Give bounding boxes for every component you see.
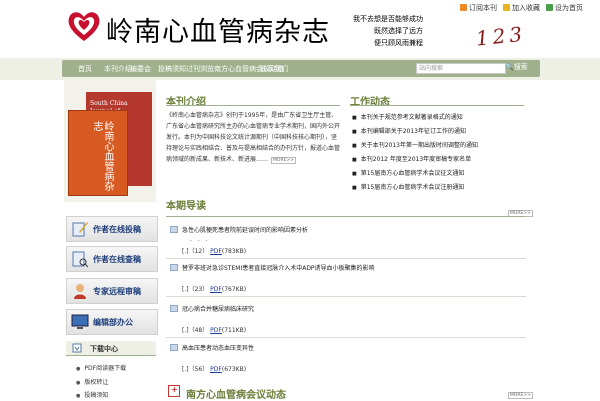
article-abstract-link[interactable]: .: [184, 286, 186, 293]
nav-item-home[interactable]: 首页: [78, 64, 92, 74]
article-bullet-icon: [170, 305, 178, 312]
journal-cover-chinese[interactable]: 岭南心血管病杂志: [68, 110, 128, 196]
article-abstract-link[interactable]: .: [184, 248, 186, 255]
pdf-link[interactable]: PDF: [210, 327, 222, 334]
nav-item-contact[interactable]: 联系我们: [260, 64, 288, 74]
download-item[interactable]: 版权转让: [76, 377, 108, 386]
heart-logo-icon: [68, 12, 100, 41]
sidebar-button-label: 专家远程审稿: [93, 287, 141, 296]
article-separator: [166, 258, 526, 259]
issue-number-graphic: 123: [474, 21, 528, 51]
medical-cross-icon: [168, 385, 180, 397]
top-links: 订阅本刊 加入收藏 设为首页: [460, 3, 583, 13]
sidebar-button-label: 编辑部办公: [93, 318, 133, 327]
document-search-icon: [72, 251, 89, 268]
news-item[interactable]: 关于本刊2013年第一期出版时间调整的通知: [352, 140, 478, 149]
article-title[interactable]: 高血压患者动态血压变异性: [182, 343, 254, 352]
pdf-link[interactable]: PDF: [210, 286, 222, 293]
home-icon: [546, 4, 553, 11]
monitor-icon: [71, 314, 89, 329]
toc-divider: [166, 216, 526, 217]
article-meta: [.]（56） PDF(673KB): [182, 366, 247, 373]
article-entry: 急性心肌梗死患者院前延误时间的影响因素分析 . . . [.]（12） PDF(…: [166, 224, 526, 259]
download-item[interactable]: 投稿须知: [76, 390, 108, 399]
article-title[interactable]: 冠心病合并糖尿病临床研究: [182, 304, 254, 313]
download-center-title: 下载中心: [90, 345, 118, 353]
article-abstract-link[interactable]: .: [184, 327, 186, 334]
article-entry: 高血压患者动态血压变异性 [.]（56） PDF(673KB): [166, 342, 526, 373]
conference-more-link[interactable]: MORE>>: [508, 392, 533, 399]
toc-section-title: 本期导读: [166, 201, 206, 212]
bookmark-link[interactable]: 加入收藏: [503, 3, 540, 13]
site-header: 岭南心血管病杂志 我不去想是否能够成功 既然选择了远方 便只顾风雨兼程 订阅本刊…: [0, 0, 600, 58]
poem-line: 既然选择了远方: [374, 27, 423, 35]
download-item[interactable]: PDF阅读器下载: [76, 363, 126, 372]
poem-line: 我不去想是否能够成功: [353, 15, 423, 23]
article-meta: [.]（23） PDF(767KB): [182, 286, 247, 293]
pdf-link[interactable]: PDF: [210, 366, 222, 373]
article-bullet-icon: [170, 226, 178, 233]
nav-item-archive[interactable]: 过刊浏览: [186, 64, 214, 74]
expert-review-button[interactable]: 专家远程审稿: [66, 278, 158, 304]
site-logo-text: 岭南心血管病杂志: [106, 17, 330, 48]
intro-more-link[interactable]: MORE>>: [271, 157, 296, 164]
article-separator: [166, 337, 526, 338]
article-title[interactable]: 急性心肌梗死患者院前延误时间的影响因素分析: [182, 225, 308, 234]
person-icon: [74, 284, 86, 299]
article-bullet-icon: [170, 264, 178, 271]
article-meta: [.]（12） PDF(783KB): [182, 248, 247, 255]
article-entry: 冠心病合并糖尿病临床研究 [.]（48） PDF(711KB): [166, 303, 526, 338]
sidebar-button-label: 作者在线查稿: [93, 255, 141, 264]
nav-item-board[interactable]: 编委会: [130, 64, 151, 74]
article-entry: 替罗非班对急诊STEMI患者直接冠脉介入术中ADP诱导血小板聚集的影响 [.]（…: [166, 262, 526, 297]
article-separator: [166, 296, 526, 297]
news-item[interactable]: 第15届南方心血管病学术会议注册通知: [352, 182, 465, 191]
intro-body: 《岭南心血管病杂志》创刊于1995年，是由广东省卫生厅主管、广东省心血管病研究所…: [166, 110, 340, 165]
rss-icon: [460, 4, 467, 11]
intro-divider: [166, 105, 340, 106]
editorial-office-button[interactable]: 编辑部办公: [66, 309, 158, 335]
article-meta: [.]（48） PDF(711KB): [182, 327, 247, 334]
search-icon: 🔍: [505, 63, 514, 71]
download-icon: [72, 343, 82, 353]
nav-item-intro[interactable]: 本刊介绍: [104, 64, 132, 74]
conference-section-title: 南方心血管病会议动态: [186, 390, 286, 401]
article-ellipsis: . . .: [190, 236, 210, 243]
header-poem: 我不去想是否能够成功 既然选择了远方 便只顾风雨兼程: [333, 13, 423, 49]
pen-paper-icon: [72, 222, 88, 237]
article-abstract-link[interactable]: .: [184, 366, 186, 373]
search-input[interactable]: 站内搜索: [416, 63, 506, 74]
news-item[interactable]: 第15届南方心血管病学术会议征文通知: [352, 168, 465, 177]
news-divider: [350, 105, 524, 106]
subscribe-link[interactable]: 订阅本刊: [460, 3, 497, 13]
set-homepage-link[interactable]: 设为首页: [546, 3, 583, 13]
cover-chinese-title: 岭南心血管病杂志: [91, 121, 113, 191]
news-item[interactable]: 本刊编辑部关于2013年征订工作的通知: [352, 126, 466, 135]
news-item[interactable]: 本刊关于规范参考文献著录格式的通知: [352, 112, 463, 121]
article-bullet-icon: [170, 344, 178, 351]
search-button[interactable]: 🔍搜索: [505, 62, 528, 72]
poem-line: 便只顾风雨兼程: [374, 39, 423, 47]
intro-text: 《岭南心血管病杂志》创刊于1995年，是由广东省卫生厅主管、广东省心血管病研究所…: [166, 112, 341, 163]
star-icon: [503, 4, 510, 11]
check-manuscript-button[interactable]: 作者在线查稿: [66, 246, 158, 272]
sidebar-button-label: 作者在线投稿: [93, 225, 141, 234]
nav-item-guide[interactable]: 投稿须知: [158, 64, 186, 74]
news-item[interactable]: 本刊2012 年度至2013年度审稿专家名单: [352, 154, 471, 163]
article-title[interactable]: 替罗非班对急诊STEMI患者直接冠脉介入术中ADP诱导血小板聚集的影响: [182, 263, 375, 272]
pdf-link[interactable]: PDF: [210, 248, 222, 255]
online-submission-button[interactable]: 作者在线投稿: [66, 216, 158, 242]
download-center-header: 下载中心: [66, 341, 156, 356]
